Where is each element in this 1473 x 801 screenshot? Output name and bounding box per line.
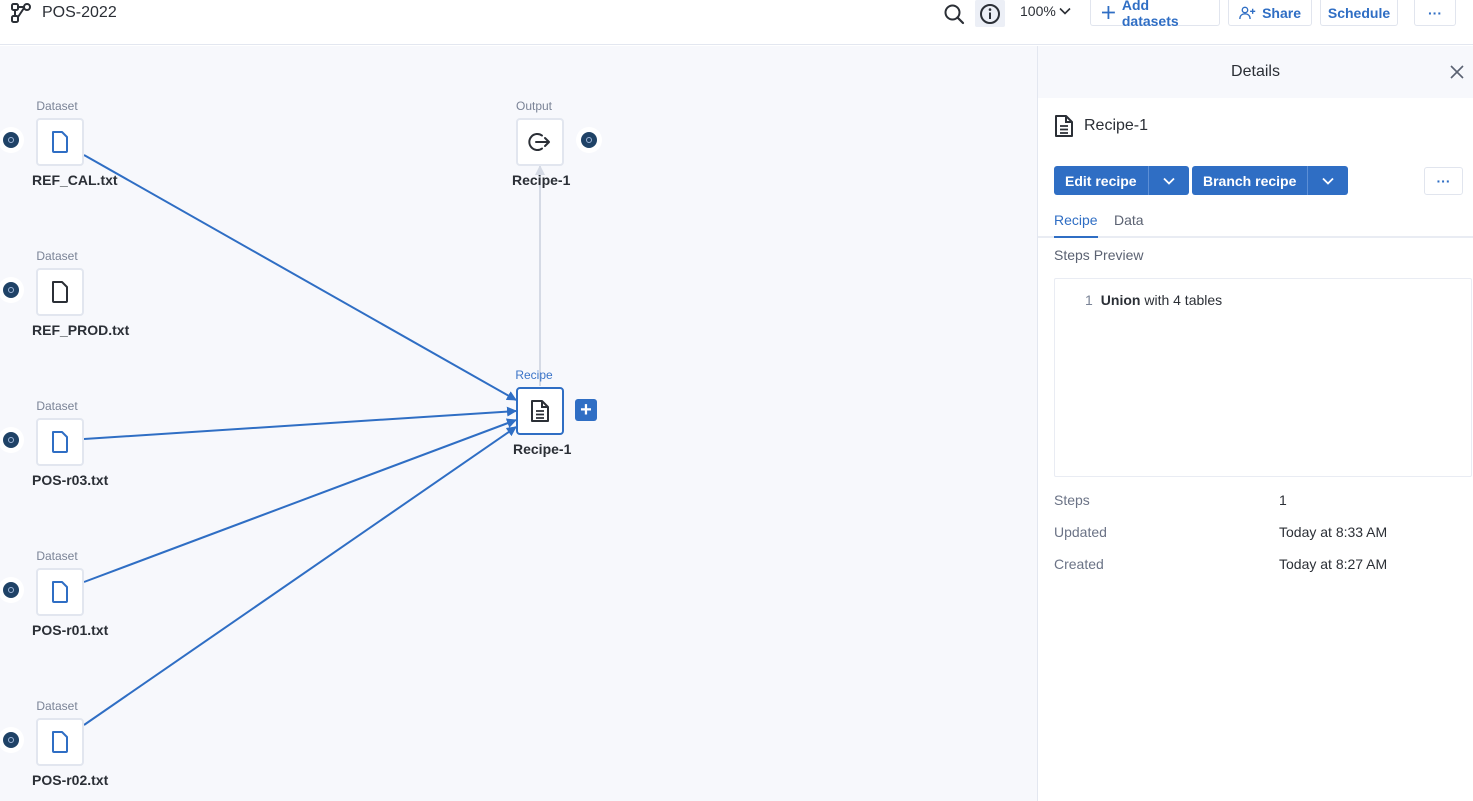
meta-updated-key: Updated	[1054, 524, 1107, 540]
add-user-icon	[1239, 6, 1256, 19]
steps-preview: 1 Union with 4 tables	[1054, 278, 1472, 477]
zoom-level-dropdown[interactable]: 100%	[1020, 3, 1071, 19]
edit-recipe-label: Edit recipe	[1065, 172, 1137, 189]
share-label: Share	[1262, 4, 1301, 21]
zoom-level-value: 100%	[1020, 3, 1056, 19]
step-number: 1	[1085, 292, 1093, 308]
output-node-label: Recipe-1	[512, 172, 571, 188]
tab-data[interactable]: Data	[1114, 212, 1144, 238]
connector-icon	[3, 132, 19, 148]
file-icon	[52, 281, 68, 303]
dataset-node-label: REF_PROD.txt	[32, 322, 130, 338]
schedule-button[interactable]: Schedule	[1320, 0, 1398, 26]
file-icon	[52, 581, 68, 603]
output-connector[interactable]	[576, 127, 602, 153]
dataset-node-type: Dataset	[36, 99, 78, 113]
output-node-type: Output	[515, 99, 553, 113]
details-panel-title: Details	[1231, 63, 1280, 80]
steps-preview-label: Steps Preview	[1054, 247, 1144, 263]
recipe-title: Recipe-1	[1054, 114, 1148, 138]
dataset-node-type: Dataset	[36, 249, 78, 263]
search-icon	[944, 4, 965, 24]
file-icon	[52, 131, 68, 153]
info-icon	[980, 3, 1000, 24]
recipe-node-type: Recipe	[515, 368, 553, 382]
connector-icon	[3, 582, 19, 598]
dataset-node-label: POS-r02.txt	[32, 772, 109, 788]
connector-icon	[3, 282, 19, 298]
recipe-more-button[interactable]: ···	[1424, 167, 1463, 195]
chevron-down-icon	[1059, 7, 1071, 15]
more-options-icon: ···	[1428, 4, 1442, 21]
add-datasets-label: Add datasets	[1121, 0, 1179, 29]
connector-icon	[3, 732, 19, 748]
tab-recipe[interactable]: Recipe	[1054, 212, 1098, 238]
file-icon	[52, 431, 68, 453]
meta-steps-key: Steps	[1054, 492, 1090, 508]
dataset-node-pos-r01-txt[interactable]	[36, 568, 84, 616]
meta-created-value: Today at 8:27 AM	[1279, 556, 1388, 572]
branch-recipe-split-button: Branch recipe	[1192, 166, 1349, 195]
plus-icon	[1101, 6, 1115, 19]
recipe-node[interactable]	[516, 387, 564, 435]
flow-title-area: POS-2022	[10, 2, 117, 24]
step-text: with 4 tables	[1144, 292, 1223, 308]
chevron-down-icon	[1162, 177, 1175, 185]
search-button[interactable]	[939, 0, 969, 27]
more-options-button[interactable]: ···	[1414, 0, 1456, 26]
dataset-node-type: Dataset	[36, 699, 78, 713]
close-details-button[interactable]	[1447, 62, 1467, 82]
branch-recipe-button[interactable]: Branch recipe	[1192, 166, 1309, 195]
connector-icon	[3, 432, 19, 448]
file-icon	[52, 731, 68, 753]
schedule-label: Schedule	[1327, 4, 1391, 21]
details-panel-header: Details	[1038, 46, 1473, 98]
branch-recipe-dropdown[interactable]	[1308, 166, 1348, 195]
recipe-document-icon	[1055, 115, 1073, 137]
chevron-down-icon	[1322, 177, 1335, 185]
output-exit-icon	[528, 133, 550, 151]
recipe-name: Recipe-1	[1084, 117, 1149, 134]
dataset-node-label: REF_CAL.txt	[32, 172, 118, 188]
dataset-node-ref-prod-txt[interactable]	[36, 268, 84, 316]
info-button[interactable]	[975, 0, 1005, 27]
top-bar: POS-2022 100% Add datasets Share Schedul…	[0, 0, 1473, 45]
step-row[interactable]: 1 Union with 4 tables	[1085, 292, 1222, 308]
plus-icon: +	[580, 399, 592, 421]
meta-created-key: Created	[1054, 556, 1104, 572]
recipe-document-icon	[531, 400, 549, 422]
add-datasets-button[interactable]: Add datasets	[1090, 0, 1220, 29]
details-tabs: Recipe Data	[1038, 212, 1473, 238]
branch-recipe-label: Branch recipe	[1203, 172, 1297, 189]
add-step-button[interactable]: +	[575, 399, 597, 421]
dataset-node-label: POS-r01.txt	[32, 622, 109, 638]
dataset-node-pos-r02-txt[interactable]	[36, 718, 84, 766]
edit-recipe-split-button: Edit recipe	[1054, 166, 1189, 195]
meta-updated-value: Today at 8:33 AM	[1279, 524, 1388, 540]
dataset-node-label: POS-r03.txt	[32, 472, 109, 488]
share-button[interactable]: Share	[1228, 0, 1312, 26]
recipe-node-label: Recipe-1	[513, 441, 572, 457]
more-icon: ···	[1436, 173, 1451, 189]
dataset-node-pos-r03-txt[interactable]	[36, 418, 84, 466]
close-icon	[1450, 65, 1464, 79]
connector-icon	[581, 132, 597, 148]
dataset-node-type: Dataset	[36, 549, 78, 563]
meta-steps-value: 1	[1279, 492, 1287, 508]
edit-recipe-button[interactable]: Edit recipe	[1054, 166, 1149, 195]
dataset-node-ref-cal-txt[interactable]	[36, 118, 84, 166]
flow-graph-icon	[11, 3, 31, 23]
flow-title: POS-2022	[42, 4, 117, 21]
dataset-node-type: Dataset	[36, 399, 78, 413]
edit-recipe-dropdown[interactable]	[1149, 166, 1189, 195]
step-keyword: Union	[1100, 292, 1141, 308]
output-node[interactable]	[516, 118, 564, 166]
details-panel: Details Recipe-1 Edit recipe Branch reci…	[1037, 46, 1473, 801]
